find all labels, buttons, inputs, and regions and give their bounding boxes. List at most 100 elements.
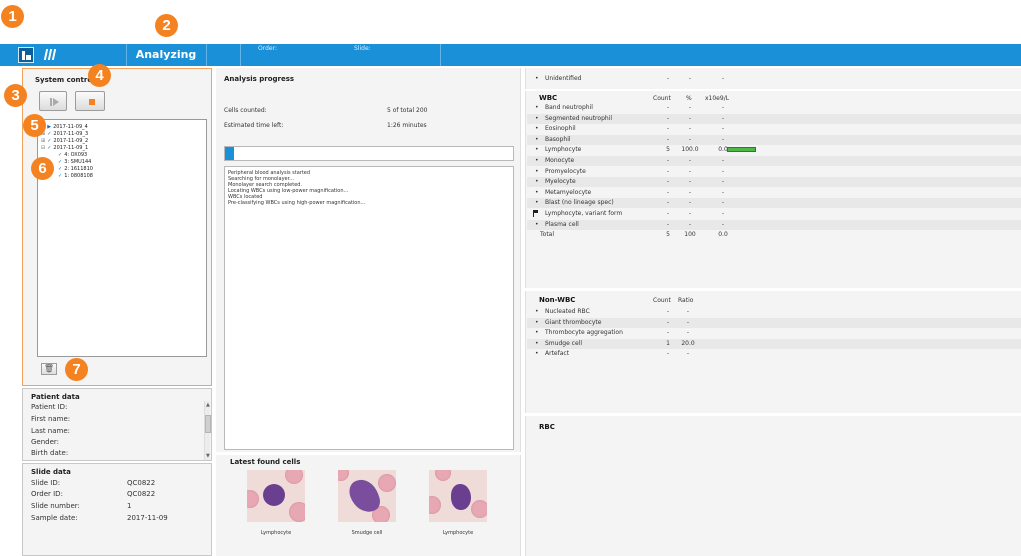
- progress-fill: [225, 147, 234, 160]
- wbc-row[interactable]: Lymphocyte, variant form - - -: [527, 209, 1021, 219]
- latest-cells-panel: Latest found cells Lymphocyte Smudge cel…: [216, 455, 521, 556]
- callout-4: 4: [88, 64, 111, 87]
- status-tab[interactable]: Analyzing: [128, 44, 204, 66]
- abs-cell: -: [721, 199, 725, 207]
- callout-1: 1: [1, 5, 24, 28]
- total-pct: 100: [684, 231, 696, 239]
- home-icon[interactable]: [18, 47, 34, 63]
- analysis-log[interactable]: Peripheral blood analysis started Search…: [224, 166, 514, 450]
- slide-tree[interactable]: ⊞▶2017-11-09_4 ⊞✓2017-11-09_3 ⊞✓2017-11-…: [37, 119, 207, 357]
- rbc-title: RBC: [539, 423, 555, 431]
- non-wbc-row[interactable]: • Smudge cell 1 20.0: [527, 338, 1021, 349]
- rbc-shape: [378, 474, 396, 492]
- bullet: •: [535, 178, 539, 186]
- slide-data-panel: Slide data Slide ID: QC0822 Order ID: QC…: [22, 463, 212, 556]
- pct-cell: -: [688, 114, 692, 122]
- cell-caption: Lymphocyte: [442, 530, 474, 536]
- wbc-row[interactable]: • Basophil - - -: [527, 134, 1021, 145]
- count-header: Count: [653, 297, 671, 304]
- row-label: Band neutrophil: [545, 104, 593, 111]
- start-button[interactable]: [39, 91, 67, 111]
- ratio-cell: -: [686, 329, 690, 337]
- scroll-up-icon[interactable]: ▲: [206, 402, 210, 408]
- stop-button[interactable]: [75, 91, 105, 111]
- wbc-row[interactable]: • Myelocyte - - -: [527, 177, 1021, 188]
- slides-icon[interactable]: [43, 47, 58, 61]
- pct-cell: -: [688, 178, 692, 186]
- non-wbc-row[interactable]: • Artefact - -: [527, 349, 1021, 359]
- pct-cell: -: [688, 125, 692, 133]
- first-name-label: First name:: [31, 415, 71, 423]
- row-label: Eosinophil: [545, 125, 576, 133]
- wbc-title: WBC: [539, 94, 558, 102]
- callout-7: 7: [65, 358, 88, 381]
- non-wbc-row[interactable]: • Nucleated RBC - -: [527, 307, 1021, 317]
- wbc-row[interactable]: • Lymphocyte 5 100.0 0.0: [527, 145, 1021, 155]
- abs-cell: -: [721, 157, 725, 164]
- scroll-thumb[interactable]: [205, 415, 211, 433]
- pct-cell: -: [688, 135, 692, 143]
- non-wbc-row[interactable]: • Thrombocyte aggregation - -: [527, 328, 1021, 338]
- patient-data-panel: Patient data Patient ID: First name: Las…: [22, 388, 212, 461]
- stop-icon: [89, 99, 95, 105]
- wbc-row[interactable]: • Segmented neutrophil - - -: [527, 113, 1021, 124]
- cell-thumbnail[interactable]: [338, 470, 396, 522]
- cell-thumbnail[interactable]: [429, 470, 487, 522]
- system-control-title: System control: [35, 76, 95, 84]
- row-label: Artefact: [545, 350, 570, 358]
- wbc-row[interactable]: • Promyelocyte - - -: [527, 167, 1021, 177]
- tree-item[interactable]: ✓ 1: 0808108: [58, 172, 93, 180]
- wbc-row[interactable]: • Blast (no lineage spec) - - -: [527, 198, 1021, 209]
- bullet: •: [535, 146, 539, 154]
- slide-data-title: Slide data: [31, 468, 71, 476]
- sample-date-label: Sample date:: [31, 514, 78, 522]
- row-label: Unidentified: [545, 75, 582, 82]
- delete-button[interactable]: 🗑: [41, 363, 57, 375]
- total-label: Total: [540, 231, 555, 239]
- sample-date-value: 2017-11-09: [127, 514, 168, 522]
- scroll-down-icon[interactable]: ▼: [206, 453, 210, 459]
- order-id-value: QC0822: [127, 490, 156, 498]
- wbc-row[interactable]: • Metamyelocyte - - -: [527, 188, 1021, 198]
- lymphocyte-bar: [727, 147, 756, 153]
- patient-scrollbar[interactable]: ▲ ▼: [204, 401, 211, 460]
- abs-cell: -: [721, 75, 725, 82]
- row-label: Nucleated RBC: [545, 308, 590, 315]
- non-wbc-row[interactable]: • Giant thrombocyte - -: [527, 317, 1021, 328]
- wbc-row[interactable]: • Band neutrophil - - -: [527, 103, 1021, 113]
- pct-cell: -: [688, 188, 692, 196]
- pct-cell: -: [688, 157, 692, 164]
- pct-cell: -: [688, 199, 692, 207]
- pct-cell: -: [688, 210, 692, 217]
- bullet: •: [535, 308, 539, 315]
- patient-id-label: Patient ID:: [31, 403, 68, 411]
- ratio-header: Ratio: [678, 297, 694, 304]
- wbc-row[interactable]: • Monocyte - - -: [527, 156, 1021, 166]
- rbc-shape: [285, 470, 303, 484]
- analysis-progress-bar: [224, 146, 514, 161]
- slide-id-value: QC0822: [127, 479, 156, 487]
- topbar-divider: [240, 44, 241, 66]
- bullet: •: [535, 339, 539, 347]
- ratio-cell: 20.0: [681, 339, 695, 347]
- row-label: Monocyte: [545, 157, 575, 164]
- flag-icon: [533, 210, 538, 217]
- wbc-row[interactable]: • Plasma cell - - -: [527, 219, 1021, 230]
- row-label: Lymphocyte: [545, 146, 582, 154]
- rbc-shape: [435, 470, 451, 481]
- row-label: Smudge cell: [545, 339, 582, 347]
- cell-thumbnail[interactable]: [247, 470, 305, 522]
- app-window: Analyzing Order: Slide: System control ⊞…: [0, 0, 1021, 556]
- latest-cells-title: Latest found cells: [230, 458, 301, 466]
- total-abs: 0.0: [718, 231, 728, 239]
- ratio-cell: -: [686, 350, 690, 358]
- unidentified-row[interactable]: • Unidentified - - -: [527, 74, 1021, 84]
- slide-number-value: 1: [127, 502, 132, 510]
- bullet: •: [535, 318, 539, 326]
- lymphocyte-shape: [451, 484, 471, 510]
- non-wbc-panel: Non-WBC Count Ratio • Nucleated RBC - - • Gia…: [525, 291, 1021, 413]
- wbc-row[interactable]: • Eosinophil - - -: [527, 124, 1021, 134]
- row-label: Lymphocyte, variant form: [545, 210, 623, 217]
- topbar-divider: [206, 44, 207, 66]
- abs-header: x10e9/L: [705, 95, 730, 102]
